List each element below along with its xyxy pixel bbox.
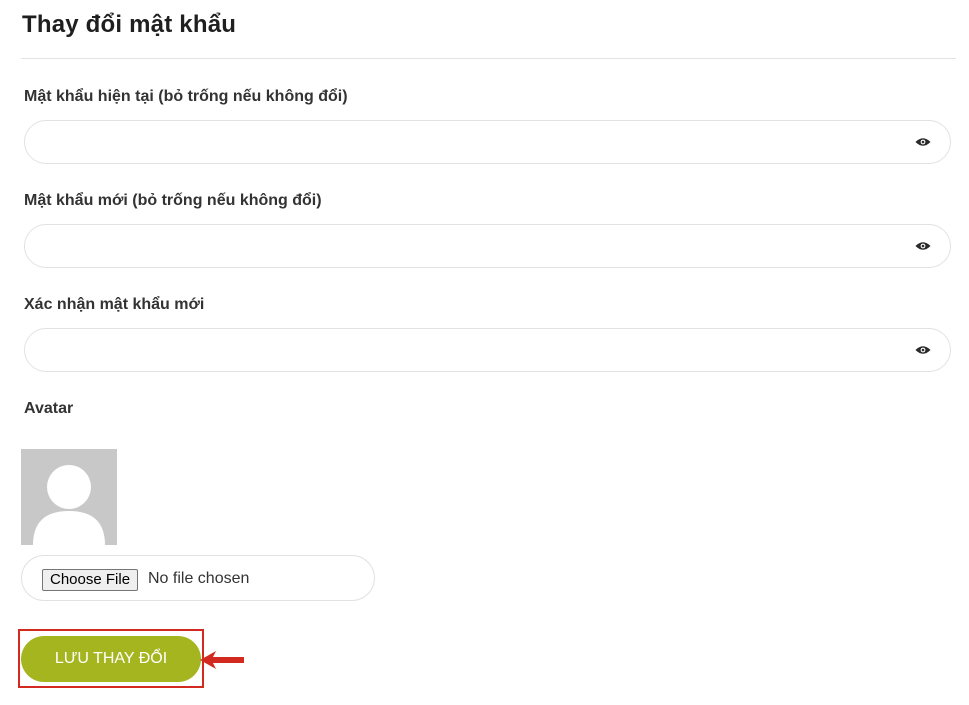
- avatar-preview: [21, 449, 117, 545]
- confirm-password-field-container: [24, 328, 951, 373]
- save-changes-button[interactable]: LƯU THAY ĐỔI: [21, 636, 201, 682]
- arrow-left-icon: [200, 651, 244, 669]
- eye-icon[interactable]: [915, 345, 931, 355]
- avatar-label: Avatar: [24, 400, 74, 417]
- new-password-label: Mật khẩu mới (bỏ trống nếu không đổi): [24, 192, 322, 209]
- current-password-label: Mật khẩu hiện tại (bỏ trống nếu không đổ…: [24, 88, 348, 105]
- confirm-password-input[interactable]: [45, 329, 909, 373]
- user-silhouette-icon: [33, 465, 105, 545]
- new-password-field-container: [24, 224, 951, 269]
- new-password-input[interactable]: [45, 225, 909, 269]
- current-password-input[interactable]: [45, 121, 909, 165]
- title-divider: [21, 58, 956, 59]
- file-status-text: No file chosen: [148, 570, 250, 587]
- eye-icon[interactable]: [915, 137, 931, 147]
- confirm-password-label: Xác nhận mật khẩu mới: [24, 296, 205, 313]
- current-password-field-container: [24, 120, 951, 165]
- eye-icon[interactable]: [915, 241, 931, 251]
- avatar-file-input: Choose File No file chosen: [21, 555, 375, 601]
- choose-file-button[interactable]: Choose File: [42, 569, 139, 591]
- page-title: Thay đổi mật khẩu: [22, 11, 237, 38]
